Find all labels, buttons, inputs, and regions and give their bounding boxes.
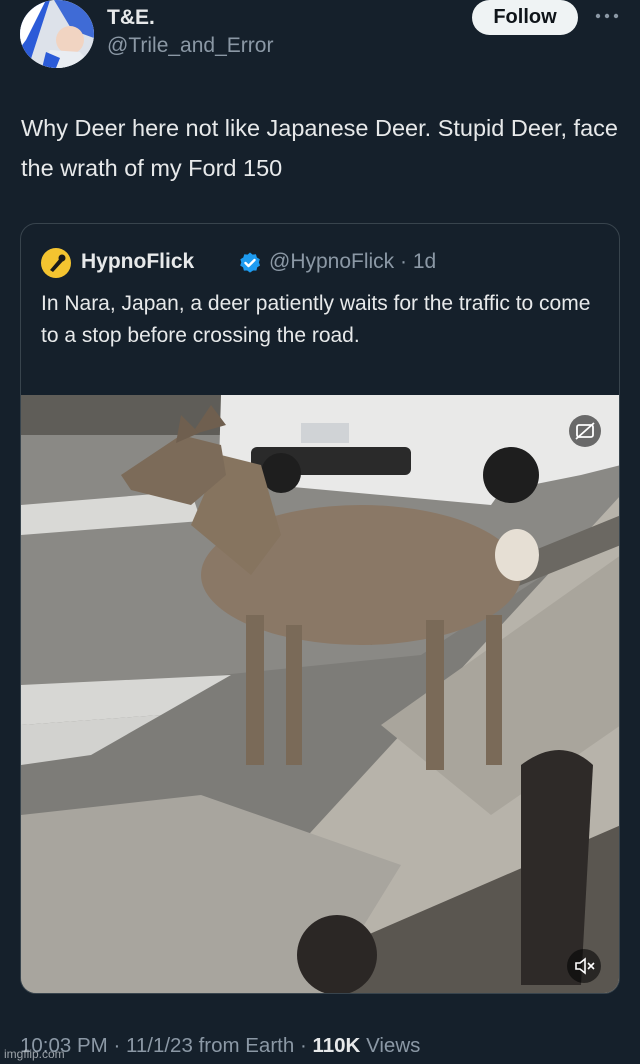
quoted-author-avatar[interactable] [41, 248, 71, 278]
views-label: Views [366, 1034, 421, 1057]
captions-icon[interactable] [569, 415, 601, 447]
meta-separator: · [394, 250, 413, 273]
author-avatar[interactable] [20, 0, 94, 68]
tweet-footer: 10:03 PM · 11/1/23 from Earth · 110K Vie… [20, 1034, 420, 1058]
tweet-header: T&E. @Trile_and_Error Follow [0, 0, 640, 80]
footer-separator: · [107, 1034, 126, 1057]
views-count[interactable]: 110K [312, 1034, 360, 1057]
watermark: imgflip.com [4, 1047, 65, 1061]
tweet-date[interactable]: 11/1/23 [126, 1034, 193, 1057]
footer-separator: · [294, 1034, 313, 1057]
more-horizontal-icon[interactable] [592, 2, 622, 30]
quoted-tweet-card[interactable]: HypnoFlick @HypnoFlick · 1d In Nara, Jap… [20, 223, 620, 994]
mute-icon[interactable] [567, 949, 601, 983]
author-handle[interactable]: @Trile_and_Error [107, 34, 273, 58]
video-player[interactable] [21, 395, 619, 993]
quoted-author-handle[interactable]: @HypnoFlick [269, 250, 394, 273]
quoted-tweet-text: In Nara, Japan, a deer patiently waits f… [41, 292, 591, 347]
verified-badge-icon [238, 251, 262, 275]
author-name[interactable]: T&E. [107, 6, 155, 30]
tweet-text: Why Deer here not like Japanese Deer. St… [21, 115, 618, 181]
quoted-tweet-meta: @HypnoFlick · 1d [269, 250, 436, 274]
quoted-author-name[interactable]: HypnoFlick [81, 250, 194, 274]
video-frame [21, 395, 619, 993]
tweet-source: from Earth [198, 1034, 295, 1057]
follow-button[interactable]: Follow [472, 0, 578, 35]
quoted-tweet-time[interactable]: 1d [413, 250, 436, 273]
